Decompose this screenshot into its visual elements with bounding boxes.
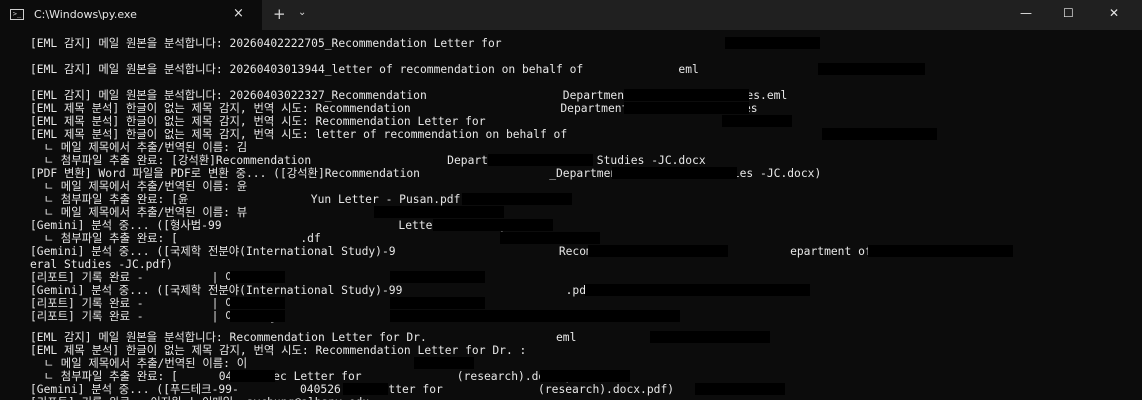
console-icon: >_ xyxy=(10,9,24,20)
console-line: ㄴ 첨부파일 추출 완료: [ 040526 Rec Letter for (r… xyxy=(30,370,587,383)
console-line: [Gemini] 분석 중... ([국제학 전분야(International… xyxy=(30,245,899,258)
redaction-bar xyxy=(390,310,680,322)
console-line: ㄴ 메일 제목에서 추출/번역된 이름: 이 xyxy=(30,357,248,370)
redaction-bar xyxy=(230,370,275,382)
redaction-bar xyxy=(433,219,553,231)
tab-close-button[interactable]: × xyxy=(233,6,244,21)
console-line: [EML 감지] 메일 원본을 분석합니다: 20260403013944_le… xyxy=(30,63,699,76)
terminal-window: >_ C:\Windows\py.exe × + ⌄ — ☐ ✕ [EML 감지… xyxy=(0,0,1142,400)
console-line: ㄴ 메일 제목에서 추출/번역된 이름: 뷰 xyxy=(30,206,248,219)
redaction-bar xyxy=(390,297,485,309)
redaction-bar xyxy=(540,370,630,382)
redaction-bar xyxy=(343,383,388,395)
title-bar: >_ C:\Windows\py.exe × + ⌄ — ☐ ✕ xyxy=(0,0,1142,30)
redaction-bar xyxy=(500,232,600,244)
console-line: eral Studies -JC.pdf) xyxy=(30,258,173,271)
redaction-bar xyxy=(414,357,474,369)
tab-title: C:\Windows\py.exe xyxy=(34,8,137,21)
redaction-bar xyxy=(722,115,792,127)
redaction-bar xyxy=(650,331,770,343)
redaction-bar xyxy=(624,89,749,101)
redaction-bar xyxy=(588,245,728,257)
maximize-button[interactable]: ☐ xyxy=(1063,6,1074,20)
redaction-bar xyxy=(822,128,937,140)
console-line: ㄴ 메일 제목에서 추출/번역된 이름: 김 xyxy=(30,141,248,154)
new-tab-button[interactable]: + xyxy=(273,5,286,23)
console-line: ㄴ 첨부파일 추출 완료: [강석환]Recommendation Depart… xyxy=(30,154,706,167)
redaction-bar xyxy=(488,154,593,166)
redaction-bar xyxy=(695,383,785,395)
redaction-bar xyxy=(230,310,285,322)
redaction-bar xyxy=(612,167,737,179)
redaction-bar xyxy=(868,245,1013,257)
console-line: [Gemini] 분석 중... ([국제학 전분야(International… xyxy=(30,284,600,297)
redaction-bar xyxy=(462,193,572,205)
redaction-bar xyxy=(390,271,485,283)
console-output[interactable]: [EML 감지] 메일 원본을 분석합니다: 20260402222705_Re… xyxy=(30,30,1142,400)
redaction-bar xyxy=(230,271,285,283)
console-line: ㄴ 첨부파일 추출 완료: [윤 Yun Letter - Pusan.pdf xyxy=(30,193,461,206)
console-line: ㄴ 메일 제목에서 추출/번역된 이름: 윤 xyxy=(30,180,248,193)
close-button[interactable]: ✕ xyxy=(1109,6,1119,20)
console-line: [EML 제목 분석] 한글이 없는 제목 감지, 번역 시도: letter … xyxy=(30,128,568,141)
console-line: [EML 제목 분석] 한글이 없는 제목 감지, 번역 시도: Recomme… xyxy=(30,115,486,128)
console-line: [EML 제목 분석] 한글이 없는 제목 감지, 번역 시도: Recomme… xyxy=(30,344,527,357)
console-line: [리포트] 기록 완료 - 이지원 | 이메일: aychung@albany.… xyxy=(30,396,369,400)
console-line: [EML 감지] 메일 원본을 분석합니다: Recommendation Le… xyxy=(30,331,577,344)
minimize-button[interactable]: — xyxy=(1020,6,1032,20)
redaction-bar xyxy=(585,284,810,296)
console-line: [EML 감지] 메일 원본을 분석합니다: 20260402222705_Re… xyxy=(30,37,502,50)
redaction-bar xyxy=(374,206,504,218)
tab-dropdown-button[interactable]: ⌄ xyxy=(298,7,306,18)
redaction-bar xyxy=(818,63,925,75)
console-line: ㄴ 첨부파일 추출 완료: [ .df xyxy=(30,232,321,245)
redaction-bar xyxy=(230,297,285,309)
terminal-tab[interactable]: >_ C:\Windows\py.exe × xyxy=(0,0,262,30)
redaction-bar xyxy=(725,37,820,49)
redaction-bar xyxy=(624,102,749,114)
